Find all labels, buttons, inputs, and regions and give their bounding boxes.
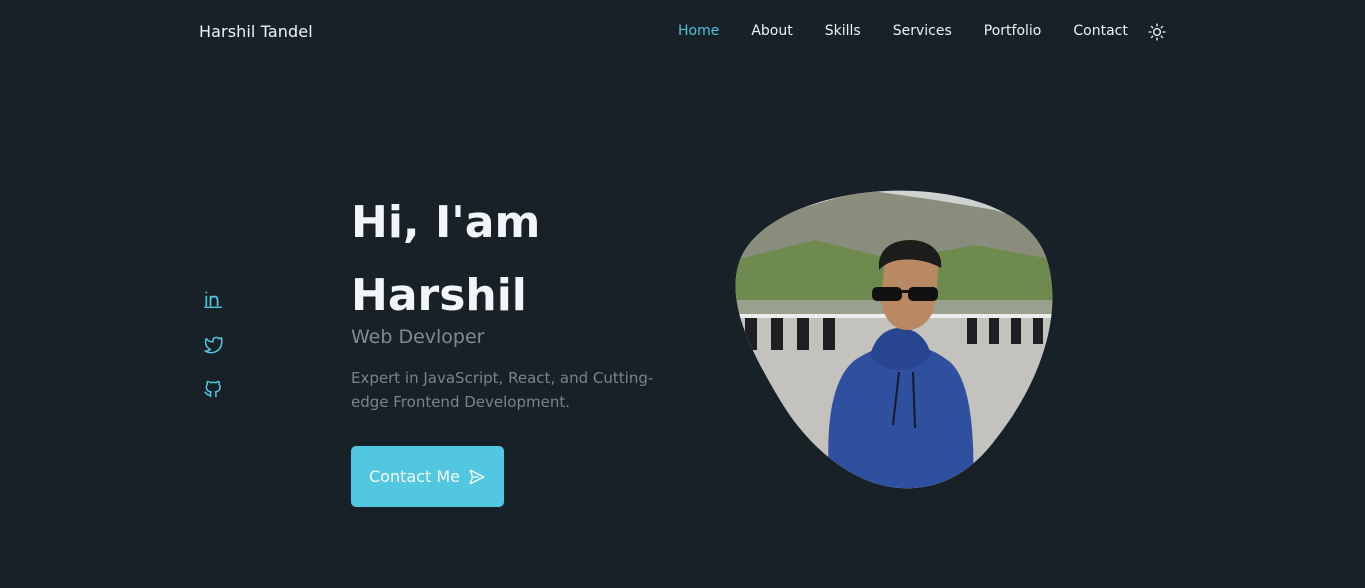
hero-title: Hi, I'am Harshil <box>351 186 671 332</box>
sun-icon[interactable] <box>1148 23 1166 41</box>
nav-link-contact[interactable]: Contact <box>1073 23 1127 39</box>
navbar: Harshil Tandel Home About Skills Service… <box>0 0 1365 64</box>
profile-photo <box>735 190 1053 489</box>
nav-link-services[interactable]: Services <box>893 23 952 39</box>
hero-subtitle: Web Devloper <box>351 326 485 348</box>
github-icon[interactable] <box>203 379 223 399</box>
linkedin-icon[interactable] <box>203 289 223 309</box>
nav-link-portfolio[interactable]: Portfolio <box>984 23 1042 39</box>
hero-description: Expert in JavaScript, React, and Cutting… <box>351 369 654 411</box>
nav-links: Home About Skills Services Portfolio Con… <box>678 23 1160 39</box>
nav-link-skills[interactable]: Skills <box>825 23 861 39</box>
twitter-icon[interactable] <box>203 334 223 354</box>
send-icon <box>469 469 485 484</box>
contact-me-button[interactable]: Contact Me <box>351 446 504 507</box>
hero-name: Harshil <box>351 270 527 321</box>
nav-link-home[interactable]: Home <box>678 23 719 39</box>
site-logo[interactable]: Harshil Tandel <box>199 22 313 41</box>
social-links <box>203 289 225 424</box>
contact-me-label: Contact Me <box>369 467 460 486</box>
nav-link-about[interactable]: About <box>751 23 792 39</box>
hero-greeting: Hi, I'am <box>351 197 541 248</box>
